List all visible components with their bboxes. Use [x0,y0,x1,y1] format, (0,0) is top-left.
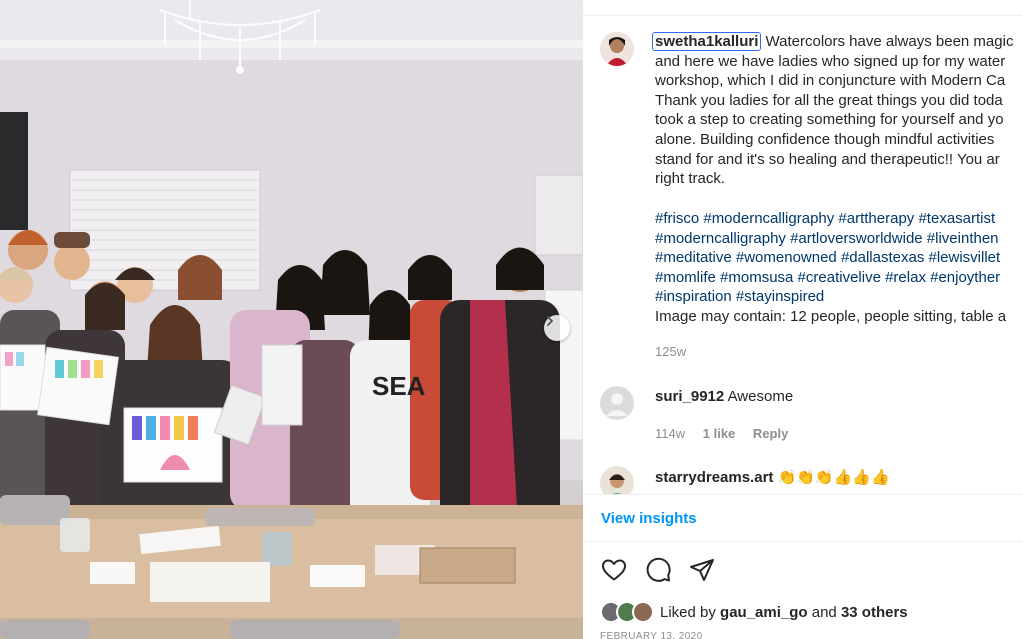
comment-meta: 114w 1 like Reply [655,426,802,441]
liked-by-others[interactable]: 33 others [841,604,908,621]
author-username[interactable]: swetha1kalluri [652,32,762,51]
share-icon[interactable] [688,556,716,584]
hashtag-line[interactable]: #meditative #womenowned #dallastexas #le… [655,248,1023,268]
heart-icon[interactable] [600,556,628,584]
commenter-avatar[interactable] [600,386,634,420]
svg-text:SEA: SEA [372,371,426,401]
author-avatar[interactable] [600,32,634,66]
comment-body: Awesome [727,388,794,405]
comment-icon[interactable] [644,556,672,584]
post-actions [600,556,716,584]
hashtag-line[interactable]: #moderncalligraphy #artloversworldwide #… [655,229,1023,249]
caption-line: stand for and it's so healing and therap… [655,150,1000,168]
chevron-right-icon [547,316,553,326]
comment-text: suri_9912 Awesome [655,388,793,405]
comment-username[interactable]: suri_9912 [655,388,724,405]
comment-username[interactable]: starrydreams.art [655,469,773,486]
insights-bar: View insights [583,494,1023,542]
default-avatar-icon [600,386,634,420]
post-time-ago[interactable]: 125w [655,344,686,359]
comment-body: 👏👏👏👍👍👍 [777,469,890,486]
comment-text: starrydreams.art 👏👏👏👍👍👍 [655,468,890,486]
hashtag-line[interactable]: #inspiration #stayinspired [655,287,1023,307]
view-insights-link[interactable]: View insights [601,510,697,527]
post-date: FEBRUARY 13, 2020 [600,631,703,639]
comment-time[interactable]: 114w [655,426,685,441]
carousel-next-button[interactable] [544,315,570,341]
author-avatar-image [600,32,634,66]
caption-line: Watercolors have always been magic [761,33,1014,50]
caption-line: and here we have ladies who signed up fo… [655,52,1006,70]
liker-avatars [600,601,656,623]
liker-avatar [632,601,654,623]
liked-by-row[interactable]: Liked by gau_ami_go and 33 others [600,601,908,623]
hashtag-list: #frisco #moderncalligraphy #arttherapy #… [655,209,1023,307]
caption-line: right track. [655,170,726,188]
liked-by-prefix: Liked by [660,603,716,621]
comment-reply-button[interactable]: Reply [753,426,788,441]
post-details-panel: swetha1kalluri Watercolors have always b… [583,0,1023,639]
caption-line: workshop, which I did in conjuncture wit… [655,72,1006,90]
liked-by-user[interactable]: gau_ami_go [720,604,808,621]
image-alt-description: Image may contain: 12 people, people sit… [655,308,1007,325]
panel-header-divider [583,0,1023,16]
hashtag-line[interactable]: #frisco #moderncalligraphy #arttherapy #… [655,209,1023,229]
post-caption: swetha1kalluri Watercolors have always b… [652,32,1023,189]
hashtag-line[interactable]: #momlife #momsusa #creativelive #relax #… [655,268,1023,288]
comment-likes[interactable]: 1 like [703,426,736,441]
workshop-photo-illustration: SEA [0,0,583,639]
caption-line: took a step to creating something for yo… [655,111,1004,129]
caption-line: Thank you ladies for all the great thing… [655,91,1003,109]
liked-by-middle: and [811,603,837,621]
post-photo[interactable]: SEA [0,0,583,639]
caption-line: alone. Building confidence though mindfu… [655,130,995,148]
